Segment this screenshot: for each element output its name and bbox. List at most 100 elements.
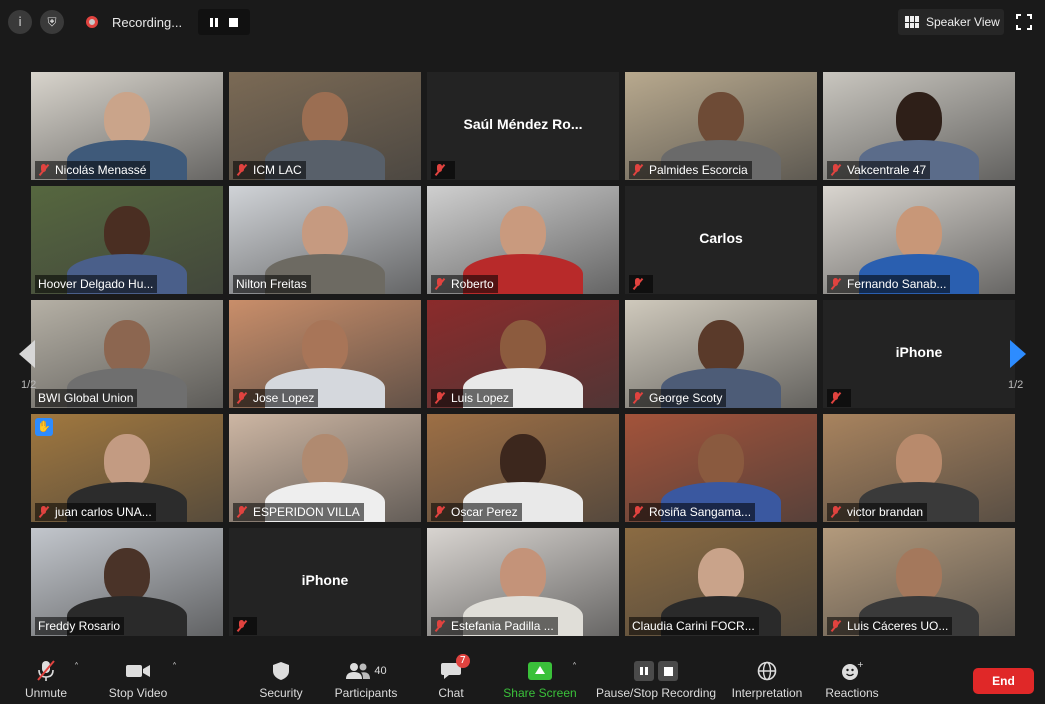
participant-nameplate: Palmides Escorcia (629, 161, 752, 179)
microphone-muted-icon (236, 392, 248, 404)
participant-tile[interactable]: Saúl Méndez Ro... (427, 72, 619, 180)
share-screen-button[interactable]: Share Screen (503, 648, 577, 704)
microphone-muted-icon (830, 392, 842, 404)
participant-tile[interactable]: iPhone (229, 528, 421, 636)
page-indicator-right: 1/2 (1008, 379, 1024, 391)
participant-name: Luis Cáceres UO... (847, 619, 949, 633)
participant-tile[interactable]: Nilton Freitas (229, 186, 421, 294)
participant-tile[interactable]: victor brandan (823, 414, 1015, 522)
chat-button[interactable]: 7 Chat (433, 648, 470, 704)
grid-icon (905, 16, 919, 28)
participants-label: Participants (334, 686, 398, 700)
security-button[interactable]: Security (257, 648, 305, 704)
participant-tile[interactable]: Claudia Carini FOCR... (625, 528, 817, 636)
speaker-view-button[interactable]: Speaker View (898, 9, 1004, 35)
microphone-muted-icon (236, 164, 248, 176)
end-meeting-button[interactable]: End (973, 668, 1034, 694)
participant-name: ESPERIDON VILLA (253, 505, 360, 519)
participant-name: Oscar Perez (451, 505, 518, 519)
share-options-chevron-icon[interactable]: ˄ (572, 662, 577, 673)
info-icon[interactable]: i (8, 10, 32, 34)
previous-page-button[interactable]: 1/2 (0, 310, 56, 400)
stop-recording-icon[interactable] (229, 17, 239, 27)
participant-nameplate: ESPERIDON VILLA (233, 503, 364, 521)
participant-tile[interactable]: Oscar Perez (427, 414, 619, 522)
participant-tile[interactable]: Jose Lopez (229, 300, 421, 408)
microphone-muted-icon (37, 656, 55, 686)
shield-icon[interactable]: ⛨ (40, 10, 64, 34)
microphone-muted-icon (236, 620, 248, 632)
participant-tile[interactable]: ESPERIDON VILLA (229, 414, 421, 522)
pause-recording-icon[interactable] (209, 17, 218, 27)
globe-icon (757, 656, 777, 686)
reactions-button[interactable]: + Reactions (823, 648, 881, 704)
microphone-muted-icon (830, 620, 842, 632)
share-screen-icon-wrap (528, 656, 552, 686)
participant-name: Claudia Carini FOCR... (632, 619, 755, 633)
participant-tile[interactable]: Palmides Escorcia (625, 72, 817, 180)
svg-text:+: + (857, 661, 863, 669)
participant-nameplate: Oscar Perez (431, 503, 522, 521)
participant-tile[interactable]: BWI Global Union (31, 300, 223, 408)
participant-tile[interactable]: ✋ juan carlos UNA... (31, 414, 223, 522)
participant-tile[interactable]: Carlos (625, 186, 817, 294)
participant-tile[interactable]: George Scoty (625, 300, 817, 408)
participant-name: Luis Lopez (451, 391, 510, 405)
arrow-right-icon (1010, 340, 1026, 368)
unmute-button[interactable]: Unmute (20, 648, 72, 704)
participant-name: juan carlos UNA... (55, 505, 152, 519)
participant-nameplate: Jose Lopez (233, 389, 319, 407)
participant-tile[interactable]: Fernando Sanab... (823, 186, 1015, 294)
participant-nameplate (233, 617, 257, 635)
participant-tile[interactable]: Estefania Padilla ... (427, 528, 619, 636)
pause-stop-recording-label: Pause/Stop Recording (595, 686, 717, 700)
page-indicator-left: 1/2 (21, 379, 37, 391)
raised-hand-icon: ✋ (35, 418, 53, 436)
meeting-toolbar: Unmute ˄ Stop Video ˄ Security 40 Partic… (0, 648, 1045, 704)
stop-video-button[interactable]: Stop Video (107, 648, 169, 704)
participant-tile[interactable]: ICM LAC (229, 72, 421, 180)
participant-count: 40 (374, 665, 387, 677)
next-page-button[interactable]: 1/2 (988, 310, 1045, 400)
participant-tile[interactable]: Hoover Delgado Hu... (31, 186, 223, 294)
video-options-chevron-icon[interactable]: ˄ (172, 662, 177, 673)
participant-tile[interactable]: Roberto (427, 186, 619, 294)
participant-nameplate: Roberto (431, 275, 498, 293)
participant-tile[interactable]: Luis Lopez (427, 300, 619, 408)
participant-nameplate: Hoover Delgado Hu... (35, 275, 158, 293)
recording-dot-icon (86, 16, 98, 28)
participant-nameplate: Luis Lopez (431, 389, 514, 407)
audio-options-chevron-icon[interactable]: ˄ (74, 662, 79, 673)
pause-icon (634, 661, 654, 681)
share-screen-icon (528, 662, 552, 680)
participant-tile[interactable]: iPhone (823, 300, 1015, 408)
participants-button[interactable]: 40 Participants (333, 648, 399, 704)
participant-name: Jose Lopez (253, 391, 315, 405)
participant-name: Estefania Padilla ... (451, 619, 554, 633)
microphone-muted-icon (830, 506, 842, 518)
participant-tile[interactable]: Luis Cáceres UO... (823, 528, 1015, 636)
participant-tile[interactable]: Vakcentrale 47 (823, 72, 1015, 180)
participant-tile[interactable]: Freddy Rosario (31, 528, 223, 636)
participant-name: Hoover Delgado Hu... (38, 277, 154, 291)
microphone-muted-icon (830, 164, 842, 176)
microphone-muted-icon (434, 506, 446, 518)
interpretation-button[interactable]: Interpretation (729, 648, 805, 704)
participant-nameplate: victor brandan (827, 503, 928, 521)
microphone-muted-icon (236, 506, 248, 518)
participant-nameplate: ICM LAC (233, 161, 306, 179)
participant-tile[interactable]: Nicolás Menassé (31, 72, 223, 180)
participant-name: victor brandan (847, 505, 924, 519)
stop-video-label: Stop Video (108, 686, 168, 700)
recording-status-text: Recording... (112, 14, 183, 30)
chat-bubble-icon: 7 (440, 654, 470, 686)
participant-tile[interactable]: Rosiña Sangama... (625, 414, 817, 522)
pause-stop-recording-button[interactable]: Pause/Stop Recording (596, 648, 716, 704)
fullscreen-icon[interactable] (1016, 14, 1032, 30)
participant-nameplate: Nicolás Menassé (35, 161, 151, 179)
participant-name: Palmides Escorcia (649, 163, 748, 177)
shield-icon (272, 656, 290, 686)
participant-nameplate: Fernando Sanab... (827, 275, 951, 293)
participant-name: Freddy Rosario (38, 619, 121, 633)
recording-controls (198, 9, 250, 35)
